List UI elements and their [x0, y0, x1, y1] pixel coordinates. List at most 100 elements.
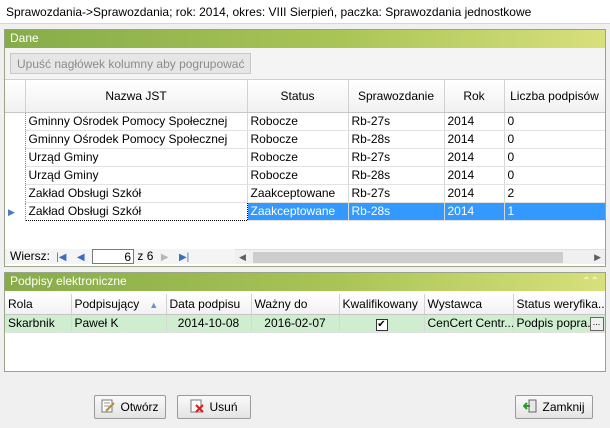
col-header-status-weryfikacji[interactable]: Status weryfika...: [513, 294, 605, 315]
cell-rok[interactable]: 2014: [444, 202, 505, 221]
dane-panel-title: Dane: [10, 31, 39, 45]
open-button[interactable]: Otwórz: [94, 395, 166, 419]
nav-label: Wiersz:: [10, 249, 50, 263]
nav-of-label: z: [137, 249, 144, 263]
podpisy-header-row: Rola Podpisujący ▲ Data podpisu Ważny do …: [5, 294, 605, 315]
table-row[interactable]: Gminny Ośrodek Pomocy Społecznej Robocze…: [5, 130, 605, 149]
cell-status[interactable]: Robocze: [247, 148, 349, 167]
col-header-wystawca[interactable]: Wystawca: [424, 294, 514, 315]
cell-rok[interactable]: 2014: [444, 130, 505, 149]
col-header-nazwa-jst[interactable]: Nazwa JST: [25, 80, 248, 113]
cell-podpisujacy[interactable]: Paweł K: [71, 314, 167, 333]
col-header-sprawozdanie[interactable]: Sprawozdanie: [348, 80, 445, 113]
col-header-data-podpisu[interactable]: Data podpisu: [166, 294, 252, 315]
record-navigator: Wiersz: |◀ ◀ 6 z 6 ▶ ▶|: [5, 249, 235, 264]
row-indicator[interactable]: [5, 148, 26, 166]
nav-current-row-input[interactable]: 6: [92, 249, 135, 264]
table-row[interactable]: Zakład Obsługi Szkół Zaakceptowane Rb-27…: [5, 184, 605, 203]
col-header-podpisujacy[interactable]: Podpisujący ▲: [71, 294, 167, 315]
scroll-thumb[interactable]: [253, 252, 563, 263]
cell-sprawozdanie[interactable]: Rb-27s: [348, 148, 445, 167]
details-ellipsis-button[interactable]: ...: [589, 316, 604, 331]
cell-sprawozdanie[interactable]: Rb-27s: [348, 184, 445, 203]
cell-status[interactable]: Robocze: [247, 112, 349, 131]
cell-liczba-podpisow[interactable]: 0: [504, 166, 605, 185]
cell-liczba-podpisow[interactable]: 0: [504, 148, 605, 167]
row-indicator[interactable]: ▶: [5, 202, 26, 220]
nav-total: 6: [146, 249, 154, 263]
group-by-bar[interactable]: Upuść nagłówek kolumny aby pogrupować: [5, 48, 605, 80]
podpisy-panel: Podpisy elektroniczne ⌃⌃ Rola Podpisując…: [4, 272, 606, 372]
row-indicator[interactable]: [5, 184, 26, 202]
cell-nazwa-jst[interactable]: Gminny Ośrodek Pomocy Społecznej: [25, 112, 248, 131]
nav-first-icon[interactable]: |◀: [55, 250, 67, 265]
col-header-wazny-do[interactable]: Ważny do: [251, 294, 340, 315]
cell-data-podpisu[interactable]: 2014-10-08: [166, 314, 252, 333]
cell-rola[interactable]: Skarbnik: [5, 314, 72, 333]
table-row-selected[interactable]: ▶ Zakład Obsługi Szkół Zaakceptowane Rb-…: [5, 201, 605, 221]
podpisy-grid: Rola Podpisujący ▲ Data podpisu Ważny do …: [5, 294, 605, 370]
close-button-label: Zamknij: [542, 400, 585, 414]
table-row[interactable]: Gminny Ośrodek Pomocy Społecznej Robocze…: [5, 112, 605, 131]
cell-sprawozdanie[interactable]: Rb-28s: [348, 166, 445, 185]
podpisy-table: Rola Podpisujący ▲ Data podpisu Ważny do …: [5, 294, 605, 333]
cell-nazwa-jst[interactable]: Zakład Obsługi Szkół: [24, 201, 248, 221]
col-header-kwalifikowany[interactable]: Kwalifikowany: [339, 294, 425, 315]
group-by-hint: Upuść nagłówek kolumny aby pogrupować: [10, 53, 252, 74]
podpisy-panel-header: Podpisy elektroniczne ⌃⌃: [5, 273, 605, 291]
row-indicator[interactable]: [5, 112, 26, 130]
edit-document-icon: [101, 399, 116, 413]
status-weryfikacji-text: Podpis popra...: [516, 316, 598, 330]
dane-panel: Dane Upuść nagłówek kolumny aby pogrupow…: [4, 29, 606, 267]
col-header-rok[interactable]: Rok: [444, 80, 505, 113]
dane-table: Nazwa JST Status Sprawozdanie Rok Liczba…: [5, 80, 605, 221]
cell-status-weryfikacji[interactable]: Podpis popra... ...: [513, 314, 605, 333]
signature-row[interactable]: Skarbnik Paweł K 2014-10-08 2016-02-07 ✔…: [5, 314, 605, 333]
cell-kwalifikowany[interactable]: ✔: [339, 314, 425, 333]
cell-sprawozdanie[interactable]: Rb-27s: [348, 112, 445, 131]
col-header-liczba-podpisow[interactable]: Liczba podpisów: [504, 80, 605, 113]
row-indicator-header: [5, 80, 26, 113]
cell-status[interactable]: Zaakceptowane: [247, 184, 349, 203]
cell-sprawozdanie[interactable]: Rb-28s: [348, 202, 445, 221]
cell-rok[interactable]: 2014: [444, 148, 505, 167]
cell-status[interactable]: Robocze: [247, 166, 349, 185]
cell-rok[interactable]: 2014: [444, 166, 505, 185]
col-header-status[interactable]: Status: [247, 80, 349, 113]
cell-liczba-podpisow[interactable]: 0: [504, 130, 605, 149]
current-row-arrow-icon: ▶: [8, 207, 15, 217]
delete-document-icon: [190, 399, 205, 413]
nav-last-icon[interactable]: ▶|: [178, 250, 190, 265]
scroll-left-icon[interactable]: ◀: [239, 250, 246, 265]
cell-wystawca[interactable]: CenCert Centr...: [424, 314, 514, 333]
dane-header-row: Nazwa JST Status Sprawozdanie Rok Liczba…: [5, 80, 605, 113]
cell-nazwa-jst[interactable]: Urząd Gminy: [25, 148, 248, 167]
nav-next-icon[interactable]: ▶: [159, 250, 171, 265]
window-title: Sprawozdania->Sprawozdania; rok: 2014, o…: [0, 0, 610, 24]
open-button-label: Otwórz: [120, 400, 159, 414]
horizontal-scrollbar[interactable]: ◀ ▶: [235, 249, 605, 264]
close-button[interactable]: Zamknij: [515, 395, 593, 419]
table-row[interactable]: Urząd Gminy Robocze Rb-28s 2014 0: [5, 166, 605, 185]
cell-status[interactable]: Robocze: [247, 130, 349, 149]
cell-status[interactable]: Zaakceptowane: [247, 202, 349, 221]
row-indicator[interactable]: [5, 166, 26, 184]
row-indicator[interactable]: [5, 130, 26, 148]
cell-nazwa-jst[interactable]: Gminny Ośrodek Pomocy Społecznej: [25, 130, 248, 149]
nav-prev-icon[interactable]: ◀: [75, 250, 87, 265]
delete-button[interactable]: Usuń: [177, 395, 251, 419]
cell-sprawozdanie[interactable]: Rb-28s: [348, 130, 445, 149]
cell-nazwa-jst[interactable]: Urząd Gminy: [25, 166, 248, 185]
collapse-up-icon[interactable]: ⌃⌃: [582, 273, 599, 290]
cell-liczba-podpisow[interactable]: 0: [504, 112, 605, 131]
table-row[interactable]: Urząd Gminy Robocze Rb-27s 2014 0: [5, 148, 605, 167]
cell-nazwa-jst[interactable]: Zakład Obsługi Szkół: [25, 184, 248, 203]
scroll-right-icon[interactable]: ▶: [594, 250, 601, 265]
cell-liczba-podpisow[interactable]: 1: [504, 202, 605, 221]
col-header-rola[interactable]: Rola: [5, 294, 72, 315]
cell-liczba-podpisow[interactable]: 2: [504, 184, 605, 203]
cell-rok[interactable]: 2014: [444, 184, 505, 203]
cell-wazny-do[interactable]: 2016-02-07: [251, 314, 340, 333]
kwalifikowany-checkbox[interactable]: ✔: [375, 318, 388, 331]
cell-rok[interactable]: 2014: [444, 112, 505, 131]
